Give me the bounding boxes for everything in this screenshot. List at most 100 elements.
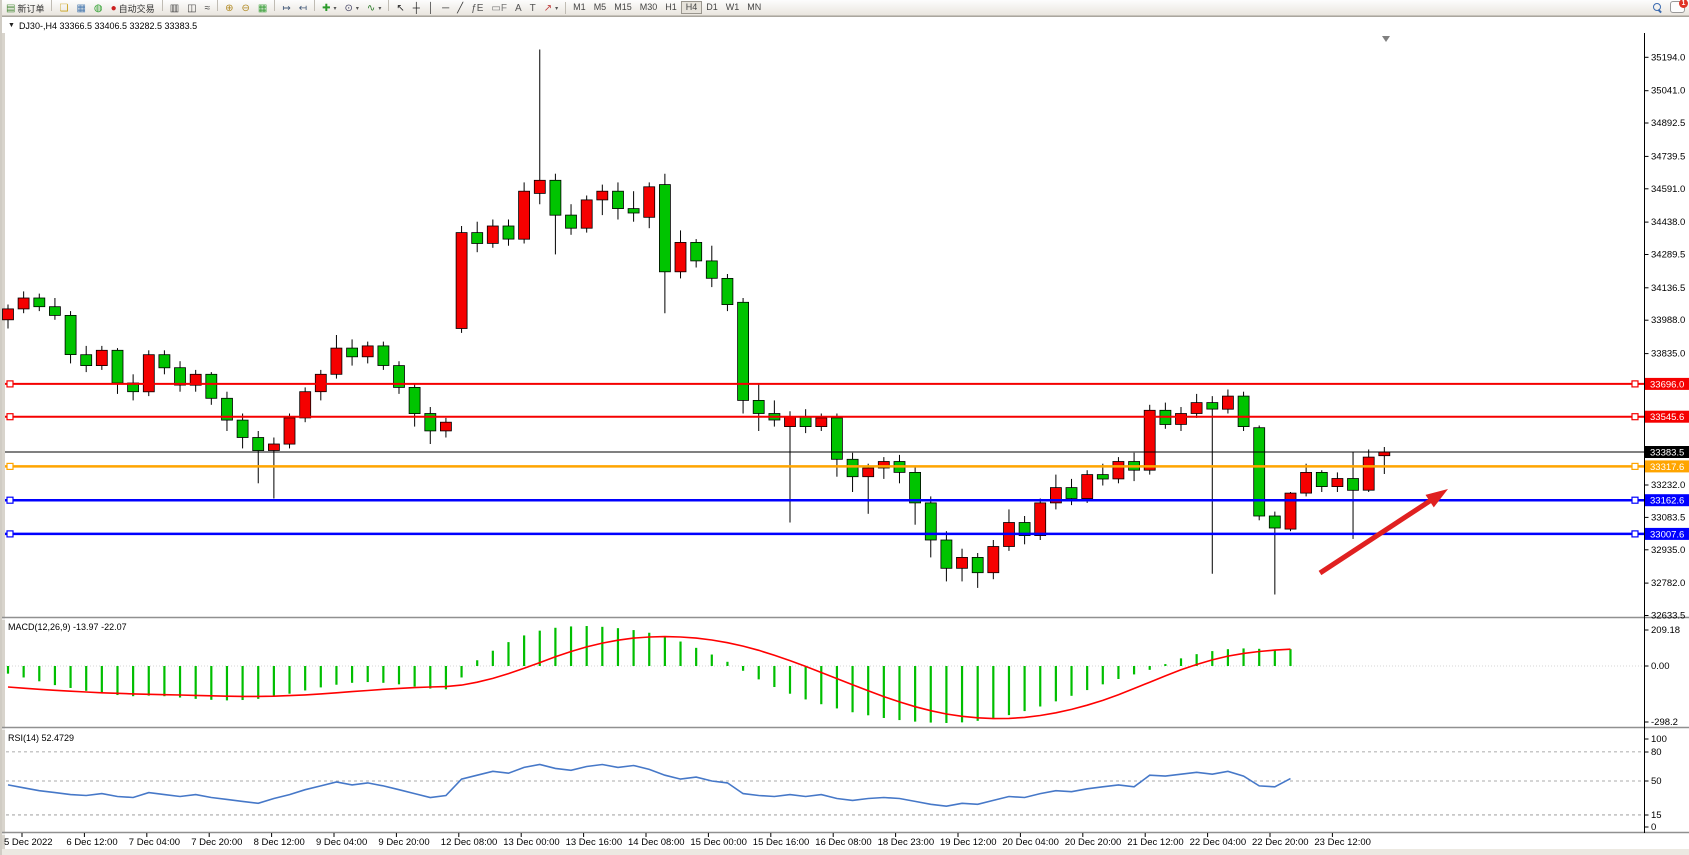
- hline-handle[interactable]: [7, 414, 13, 420]
- price-tag-text: 33162.6: [1650, 496, 1684, 507]
- timeframe-MN[interactable]: MN: [743, 1, 765, 14]
- candle-body: [112, 350, 123, 383]
- timeframe-H1[interactable]: H1: [661, 1, 681, 14]
- macd-axis-label: 209.18: [1651, 625, 1680, 636]
- hline-handle[interactable]: [7, 381, 13, 387]
- toolbar-button-fibo-retracement[interactable]: ƒE: [467, 1, 487, 16]
- toolbar-button-candle-chart-mode[interactable]: ◫: [183, 1, 200, 16]
- toolbar-button-tile-windows[interactable]: ▦: [254, 1, 271, 16]
- add-object-icon: ✚: [322, 4, 330, 14]
- toolbar-button-mql5-signal[interactable]: ◍: [90, 1, 107, 16]
- hline-handle[interactable]: [7, 497, 13, 503]
- time-label: 22 Dec 20:00: [1252, 837, 1309, 848]
- time-label: 18 Dec 23:00: [878, 837, 935, 848]
- candle-body: [957, 557, 968, 568]
- candle-body: [1348, 479, 1359, 491]
- notifications-icon[interactable]: 1: [1670, 1, 1685, 13]
- time-label: 15 Dec 16:00: [753, 837, 810, 848]
- time-label: 14 Dec 08:00: [628, 837, 685, 848]
- toolbar-button-zoom-in[interactable]: ⊕: [221, 1, 237, 16]
- candle-body: [1035, 503, 1046, 536]
- time-label: 9 Dec 20:00: [378, 837, 429, 848]
- timeframe-W1[interactable]: W1: [722, 1, 744, 14]
- hline-handle[interactable]: [1632, 381, 1638, 387]
- toolbar-button-period-clock[interactable]: ⊙▾: [341, 1, 363, 16]
- toolbar-button-bar-chart-mode[interactable]: ▥: [166, 1, 183, 16]
- candle-body: [206, 374, 217, 398]
- toolbar-button-vertical-line[interactable]: │: [424, 1, 438, 16]
- price-label: 33988.0: [1651, 315, 1685, 326]
- hline-handle[interactable]: [1632, 414, 1638, 420]
- bar-chart-mode-icon: ▥: [170, 4, 179, 14]
- chart-canvas[interactable]: 35194.035041.034892.534739.534591.034438…: [2, 33, 1689, 855]
- timeframe-D1[interactable]: D1: [702, 1, 722, 14]
- chevron-down-icon: ▾: [555, 5, 558, 12]
- toolbar-button-chart-gallery[interactable]: ▦: [72, 1, 89, 16]
- price-tag-text: 33383.5: [1650, 448, 1684, 459]
- candle-body: [300, 392, 311, 418]
- toolbar-button-zoom-out[interactable]: ⊖: [237, 1, 253, 16]
- search-icon[interactable]: [1653, 3, 1662, 12]
- timeframe-M15[interactable]: M15: [610, 1, 636, 14]
- rsi-indicator-label: RSI(14) 52.4729: [8, 733, 74, 743]
- candle-body: [910, 472, 921, 503]
- toolbar-button-line-chart-mode[interactable]: ≈: [201, 1, 215, 16]
- rsi-axis-label: 100: [1651, 734, 1667, 745]
- candle-body: [487, 226, 498, 243]
- toolbar-button-auto-scroll[interactable]: ↤: [295, 1, 311, 16]
- candle-body: [284, 418, 295, 444]
- candle-body: [347, 348, 358, 357]
- toolbar-button-indicators-list[interactable]: ∿▾: [363, 1, 385, 16]
- candle-body: [1332, 479, 1343, 487]
- candle-body: [972, 557, 983, 572]
- toolbar-button-charts-ticket[interactable]: ❏: [55, 1, 72, 16]
- toolbar-button-cursor[interactable]: ↖: [392, 1, 408, 16]
- toolbar-button-arrows-objects[interactable]: ↗▾: [540, 1, 562, 16]
- candle-chart-mode-icon: ◫: [187, 4, 196, 14]
- price-label: 34739.5: [1651, 151, 1685, 162]
- arrows-objects-icon: ↗: [544, 4, 552, 14]
- price-label: 35041.0: [1651, 86, 1685, 97]
- hline-handle[interactable]: [7, 463, 13, 469]
- time-label: 8 Dec 12:00: [254, 837, 305, 848]
- hline-handle[interactable]: [1632, 463, 1638, 469]
- timeframe-M5[interactable]: M5: [590, 1, 611, 14]
- rsi-axis-label: 50: [1651, 776, 1662, 787]
- toolbar-button-chart-shift[interactable]: ↦: [278, 1, 294, 16]
- candle-body: [49, 307, 60, 316]
- candle-body: [566, 215, 577, 228]
- candle-body: [18, 298, 29, 309]
- toolbar-button-label: 新订单: [17, 2, 44, 15]
- chevron-down-icon: ▾: [334, 5, 337, 12]
- period-clock-icon: ⊙: [345, 4, 353, 14]
- candle-body: [378, 346, 389, 366]
- timeframe-H4[interactable]: H4: [681, 1, 703, 14]
- hline-handle[interactable]: [1632, 531, 1638, 537]
- toolbar-button-text-a[interactable]: A: [511, 1, 526, 16]
- timeframe-M30[interactable]: M30: [636, 1, 662, 14]
- candle-body: [691, 242, 702, 261]
- collapse-chart-icon[interactable]: ▼: [8, 22, 15, 29]
- timeframe-M1[interactable]: M1: [569, 1, 590, 14]
- toolbar-button-crosshair[interactable]: ┼: [409, 1, 424, 16]
- hline-handle[interactable]: [7, 531, 13, 537]
- time-label: 5 Dec 2022: [4, 837, 53, 848]
- toolbar-button-new-order[interactable]: ▤新订单: [2, 1, 48, 16]
- candle-body: [65, 315, 76, 354]
- candle-body: [503, 226, 514, 239]
- toolbar-button-trendline[interactable]: ╱: [453, 1, 467, 16]
- chart-titlebar: ▼ DJ30-,H4 33366.5 33406.5 33282.5 33383…: [2, 16, 1689, 34]
- price-label: 33835.0: [1651, 349, 1685, 360]
- toolbar-button-text-label[interactable]: T: [526, 1, 540, 16]
- zoom-in-icon: ⊕: [225, 4, 233, 14]
- time-label: 6 Dec 12:00: [66, 837, 117, 848]
- toolbar-button-add-object[interactable]: ✚▾: [318, 1, 340, 16]
- toolbar-button-autotrading[interactable]: ●自动交易: [107, 1, 159, 16]
- toolbar-button-horizontal-line[interactable]: ─: [438, 1, 453, 16]
- horizontal-line-icon: ─: [442, 4, 449, 14]
- candle-body: [785, 417, 796, 427]
- candle-body: [237, 420, 248, 437]
- macd-indicator-label: MACD(12,26,9) -13.97 -22.07: [8, 622, 127, 632]
- toolbar-button-channels[interactable]: ▭F: [487, 1, 511, 16]
- hline-handle[interactable]: [1632, 497, 1638, 503]
